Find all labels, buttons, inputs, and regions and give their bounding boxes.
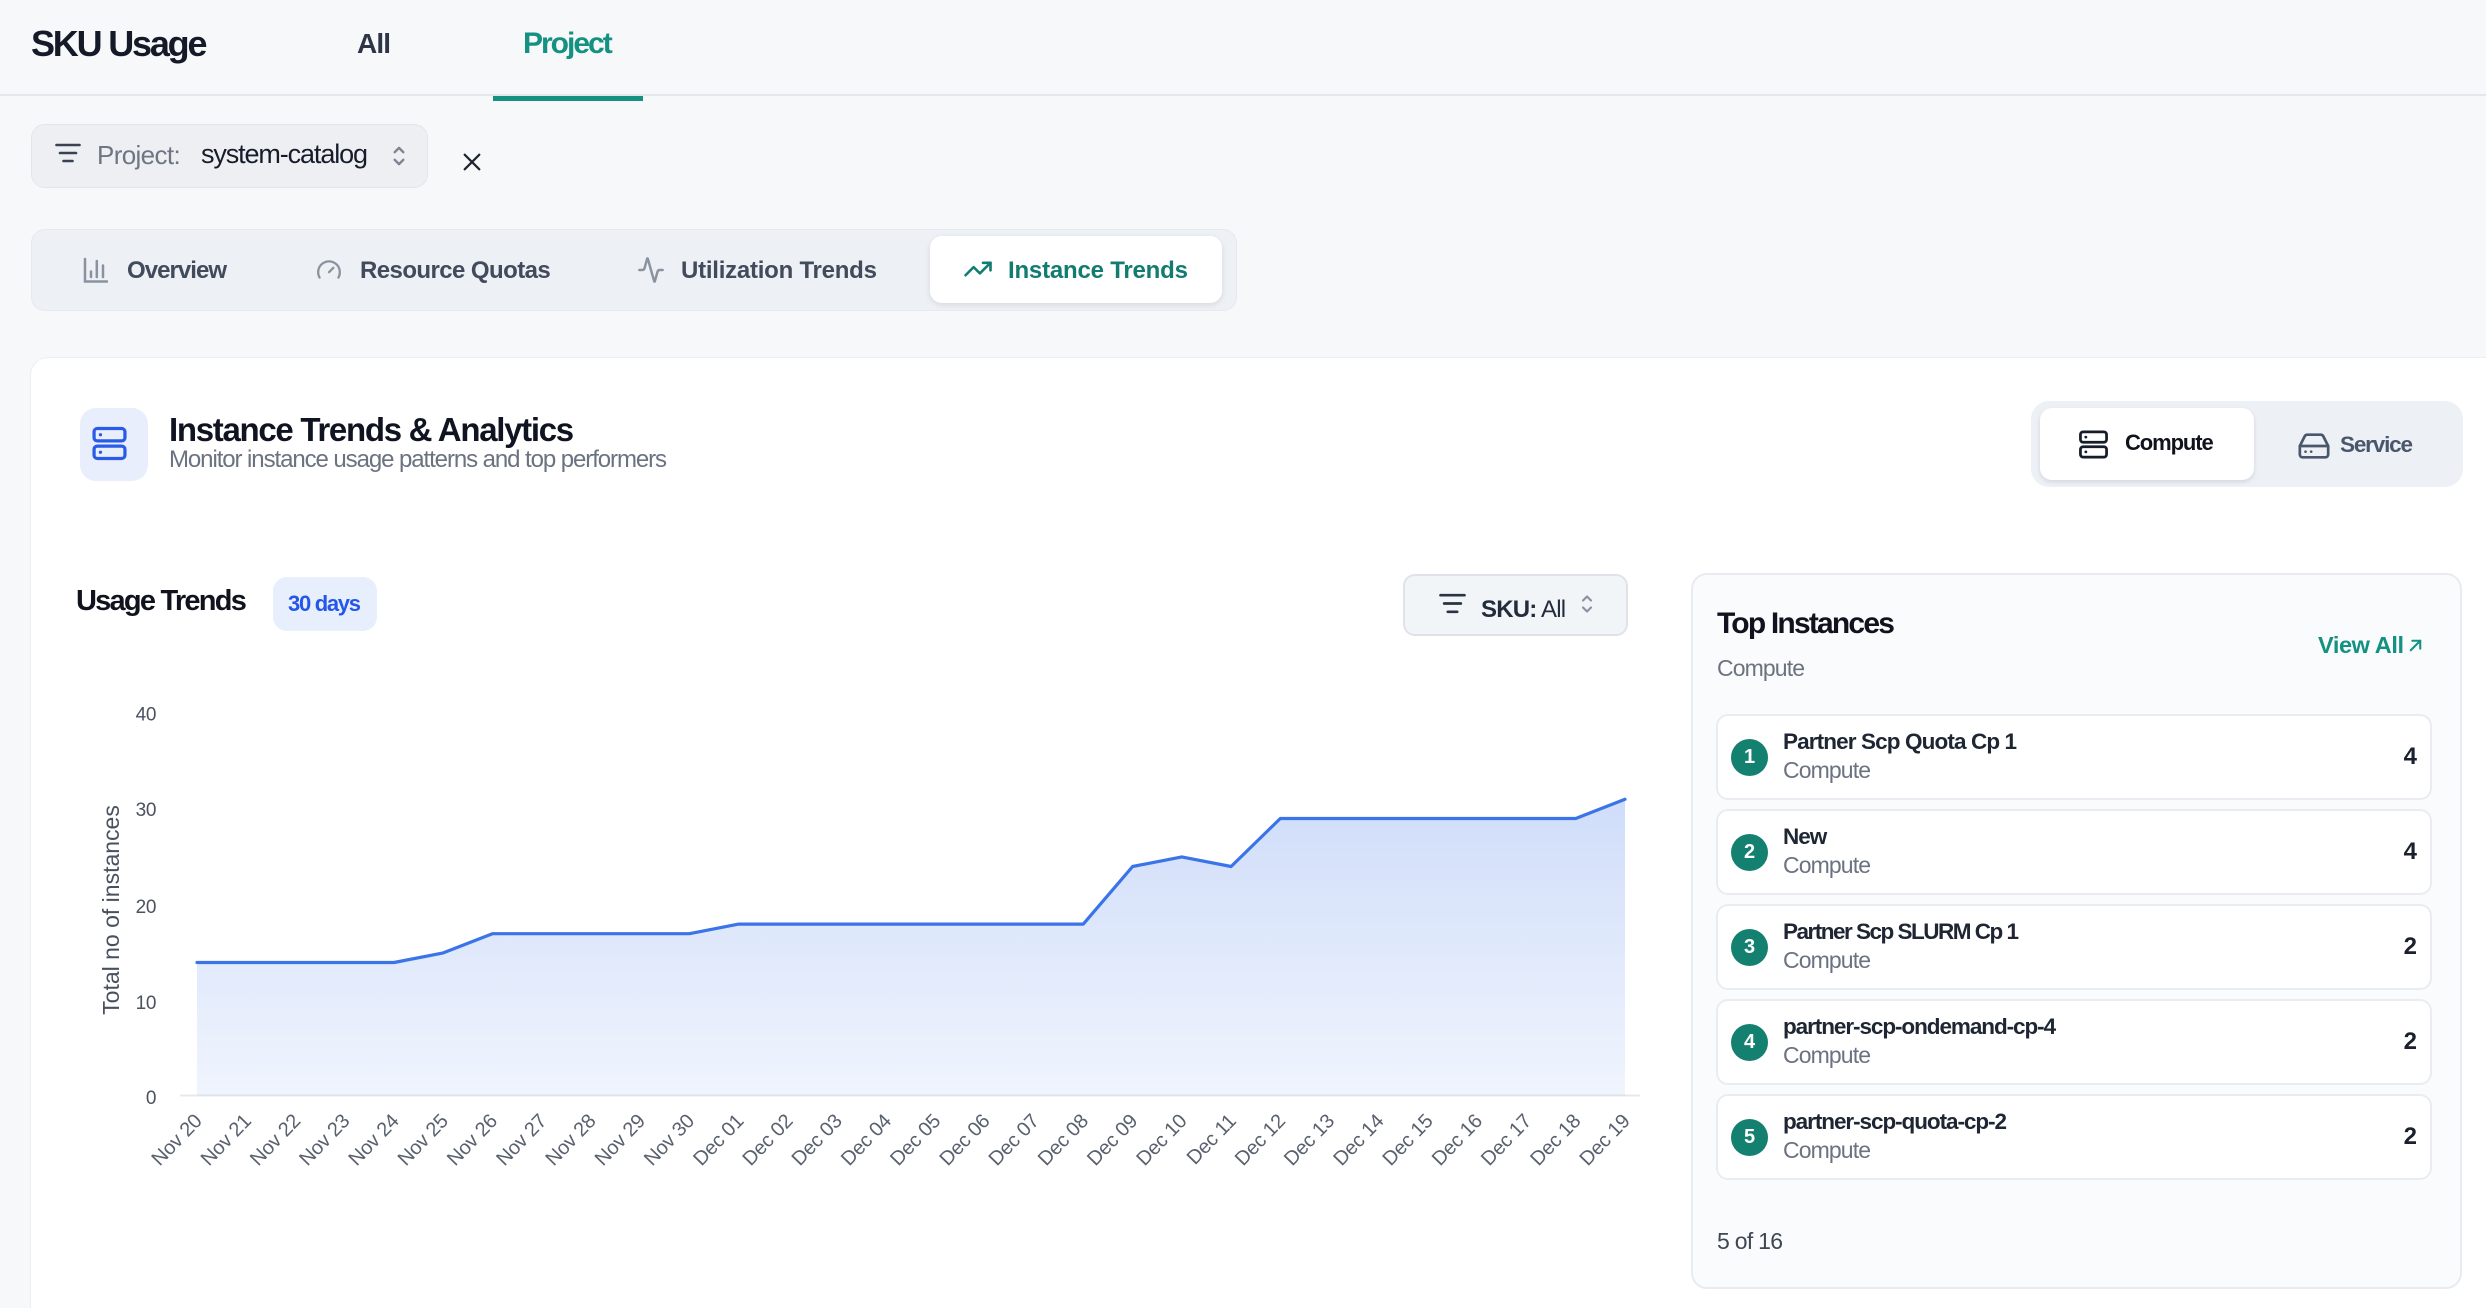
svg-text:Nov 24: Nov 24	[345, 1110, 404, 1170]
svg-text:Dec 09: Dec 09	[1083, 1110, 1142, 1170]
svg-text:Nov 25: Nov 25	[394, 1110, 453, 1170]
svg-text:Nov 21: Nov 21	[197, 1110, 256, 1170]
svg-text:Dec 17: Dec 17	[1477, 1110, 1536, 1170]
svg-text:Dec 13: Dec 13	[1280, 1110, 1339, 1170]
svg-text:Dec 12: Dec 12	[1231, 1110, 1290, 1170]
svg-text:Dec 08: Dec 08	[1034, 1110, 1093, 1170]
svg-text:Dec 07: Dec 07	[985, 1110, 1044, 1170]
svg-text:Total no of instances: Total no of instances	[98, 805, 124, 1015]
svg-text:Nov 30: Nov 30	[640, 1110, 699, 1170]
svg-text:10: 10	[136, 993, 156, 1014]
svg-text:Dec 06: Dec 06	[935, 1110, 994, 1170]
svg-text:Dec 16: Dec 16	[1428, 1110, 1487, 1170]
svg-text:40: 40	[136, 705, 156, 726]
svg-text:20: 20	[136, 897, 156, 918]
svg-text:Dec 15: Dec 15	[1379, 1110, 1438, 1170]
svg-text:Dec 10: Dec 10	[1132, 1110, 1191, 1170]
svg-text:Dec 18: Dec 18	[1526, 1110, 1585, 1170]
svg-text:Dec 05: Dec 05	[886, 1110, 945, 1170]
svg-text:Dec 19: Dec 19	[1576, 1110, 1635, 1170]
svg-text:30: 30	[136, 800, 156, 821]
svg-text:0: 0	[146, 1088, 156, 1109]
svg-text:Dec 01: Dec 01	[689, 1110, 748, 1170]
svg-text:Nov 29: Nov 29	[591, 1110, 650, 1170]
svg-text:Nov 27: Nov 27	[492, 1110, 551, 1170]
svg-text:Nov 22: Nov 22	[246, 1110, 305, 1170]
svg-text:Nov 28: Nov 28	[541, 1110, 600, 1170]
svg-text:Nov 20: Nov 20	[148, 1110, 207, 1170]
svg-text:Dec 14: Dec 14	[1329, 1110, 1388, 1170]
svg-text:Dec 02: Dec 02	[738, 1110, 797, 1170]
svg-text:Dec 04: Dec 04	[837, 1110, 896, 1170]
svg-text:Nov 26: Nov 26	[443, 1110, 502, 1170]
svg-text:Nov 23: Nov 23	[295, 1110, 354, 1170]
svg-text:Dec 03: Dec 03	[788, 1110, 847, 1170]
svg-text:Dec 11: Dec 11	[1183, 1110, 1241, 1169]
